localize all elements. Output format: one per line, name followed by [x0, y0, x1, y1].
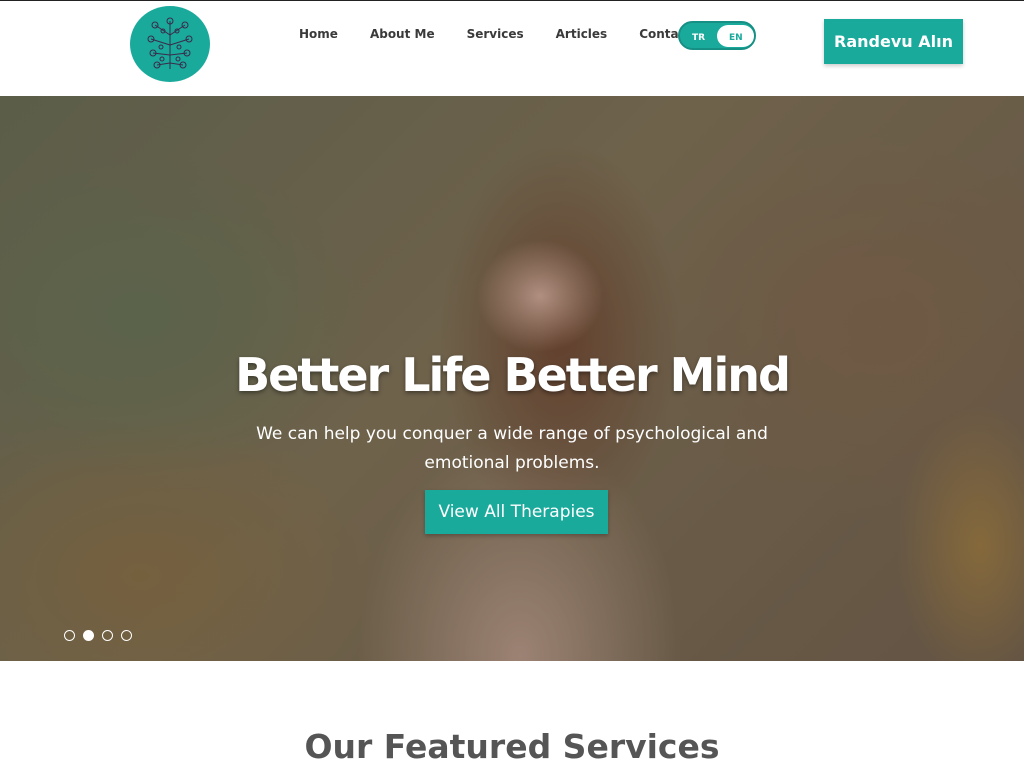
logo[interactable] [130, 6, 210, 82]
nav-services[interactable]: Services [467, 27, 524, 41]
tree-logo-icon [147, 17, 193, 69]
appointment-button[interactable]: Randevu Alın [824, 19, 963, 64]
nav-home[interactable]: Home [299, 27, 338, 41]
slider-dot[interactable] [102, 630, 113, 641]
slider-dots [64, 630, 140, 641]
language-toggle[interactable]: TR EN [678, 21, 756, 50]
featured-services-title: Our Featured Services [304, 727, 720, 766]
slider-dot[interactable] [121, 630, 132, 641]
hero-slider: Better Life Better Mind We can help you … [0, 96, 1024, 661]
lang-option-en[interactable]: EN [729, 33, 743, 43]
nav-about-me[interactable]: About Me [370, 27, 435, 41]
slider-dot[interactable] [83, 630, 94, 641]
slider-dot[interactable] [64, 630, 75, 641]
nav-articles[interactable]: Articles [556, 27, 608, 41]
lang-option-tr[interactable]: TR [692, 33, 705, 43]
view-all-therapies-button[interactable]: View All Therapies [425, 490, 608, 534]
hero-subtitle: We can help you conquer a wide range of … [256, 424, 768, 473]
hero-title: Better Life Better Mind [235, 348, 791, 402]
site-header: Home About Me Services Articles Contact … [0, 0, 1024, 96]
